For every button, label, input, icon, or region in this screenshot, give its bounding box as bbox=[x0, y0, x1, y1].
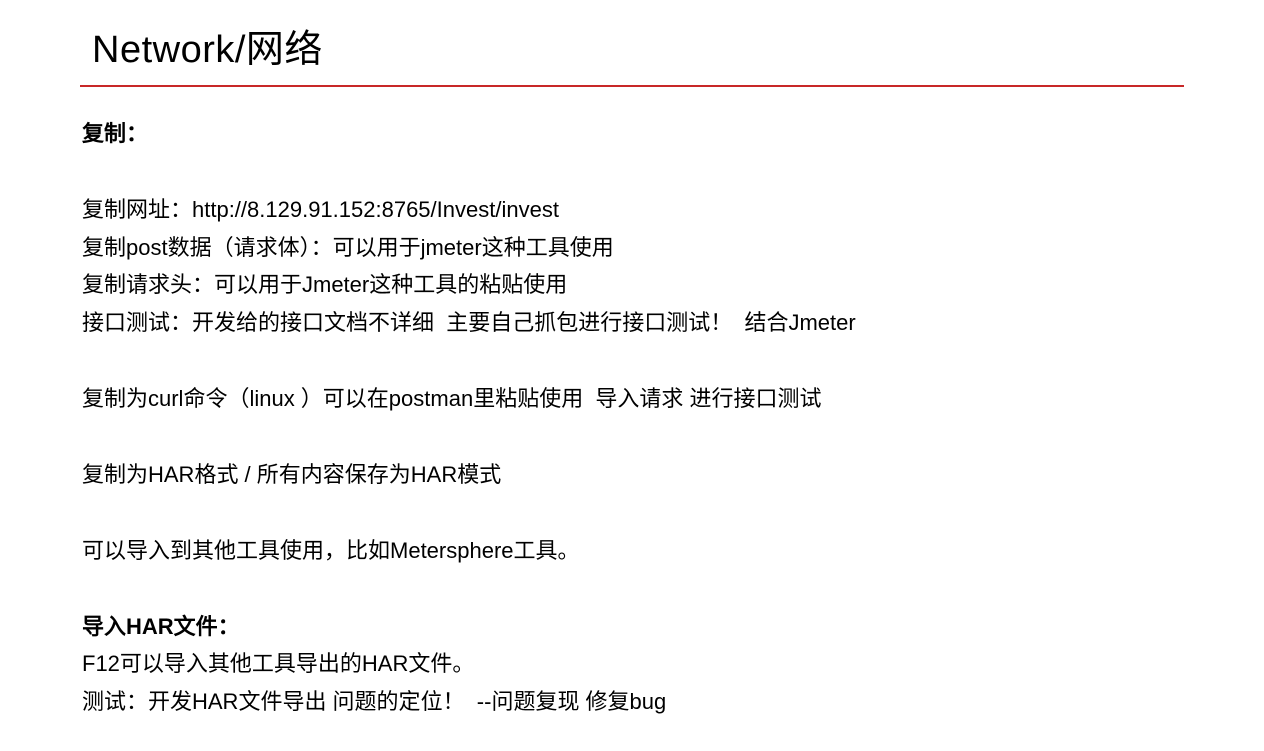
section-copy-heading-block: 复制： bbox=[82, 115, 1184, 153]
copy-headers-line: 复制请求头：可以用于Jmeter这种工具的粘贴使用 bbox=[82, 266, 1184, 304]
har-format-line-block: 复制为HAR格式 / 所有内容保存为HAR模式 bbox=[82, 456, 1184, 494]
copy-post-line: 复制post数据（请求体）：可以用于jmeter这种工具使用 bbox=[82, 229, 1184, 267]
curl-line-block: 复制为curl命令（linux ）可以在postman里粘贴使用 导入请求 进行… bbox=[82, 380, 1184, 418]
slide-content: Network/网络 复制： 复制网址：http://8.129.91.152:… bbox=[0, 0, 1264, 721]
curl-line: 复制为curl命令（linux ）可以在postman里粘贴使用 导入请求 进行… bbox=[82, 380, 1184, 418]
har-format-line: 复制为HAR格式 / 所有内容保存为HAR模式 bbox=[82, 456, 1184, 494]
title-underline bbox=[80, 85, 1184, 87]
section-copy-heading: 复制： bbox=[82, 115, 1184, 153]
import-har-heading: 导入HAR文件： bbox=[82, 608, 1184, 646]
f12-import-line: F12可以导入其他工具导出的HAR文件。 bbox=[82, 645, 1184, 683]
slide-title: Network/网络 bbox=[80, 0, 1184, 83]
test-export-line: 测试：开发HAR文件导出 问题的定位！ --问题复现 修复bug bbox=[82, 683, 1184, 721]
metersphere-line: 可以导入到其他工具使用，比如Metersphere工具。 bbox=[82, 532, 1184, 570]
section-import-har: 导入HAR文件： F12可以导入其他工具导出的HAR文件。 测试：开发HAR文件… bbox=[82, 608, 1184, 721]
section-copy-lines: 复制网址：http://8.129.91.152:8765/Invest/inv… bbox=[82, 191, 1184, 342]
body-content: 复制： 复制网址：http://8.129.91.152:8765/Invest… bbox=[80, 115, 1184, 721]
copy-url-line: 复制网址：http://8.129.91.152:8765/Invest/inv… bbox=[82, 191, 1184, 229]
metersphere-line-block: 可以导入到其他工具使用，比如Metersphere工具。 bbox=[82, 532, 1184, 570]
api-test-line: 接口测试：开发给的接口文档不详细 主要自己抓包进行接口测试！ 结合Jmeter bbox=[82, 304, 1184, 342]
